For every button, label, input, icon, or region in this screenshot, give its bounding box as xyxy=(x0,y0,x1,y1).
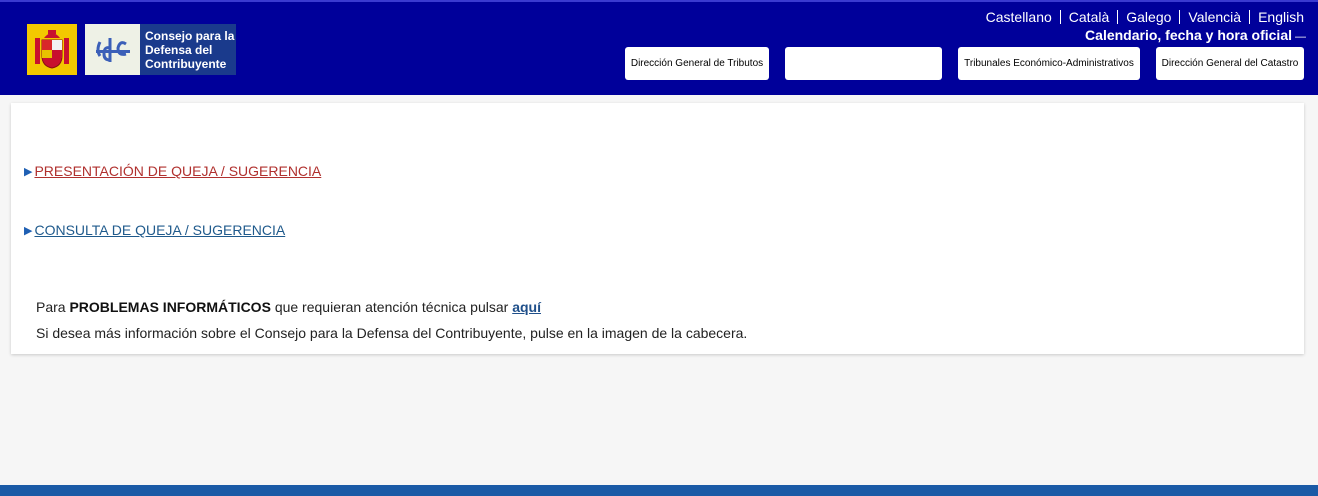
consult-complaint-row: ▶ CONSULTA DE QUEJA / SUGERENCIA xyxy=(24,222,285,238)
cdc-emblem-icon xyxy=(85,24,140,75)
main-content-panel: ▶ PRESENTACIÓN DE QUEJA / SUGERENCIA ▶ C… xyxy=(11,103,1304,354)
nav-button-tributos[interactable]: Dirección General de Tributos xyxy=(625,47,769,80)
lang-galego[interactable]: Galego xyxy=(1117,10,1179,24)
calendar-label: Calendario, fecha y hora oficial xyxy=(1085,27,1292,43)
tech-problems-bold: PROBLEMAS INFORMÁTICOS xyxy=(69,299,271,315)
tech-problems-prefix: Para xyxy=(36,299,66,315)
tech-problems-suffix: que requieran atención técnica pulsar xyxy=(274,299,509,315)
triangle-right-icon: ▶ xyxy=(24,165,33,178)
footer-bar xyxy=(0,485,1318,496)
more-info-text: Si desea más información sobre el Consej… xyxy=(36,325,748,341)
present-complaint-row: ▶ PRESENTACIÓN DE QUEJA / SUGERENCIA xyxy=(24,163,321,179)
lang-valencia[interactable]: Valencià xyxy=(1179,10,1249,24)
consult-complaint-link[interactable]: CONSULTA DE QUEJA / SUGERENCIA xyxy=(34,222,285,238)
site-header: Consejo para la Defensa del Contribuyent… xyxy=(0,0,1318,95)
nav-button-blank[interactable] xyxy=(785,47,942,80)
present-complaint-link[interactable]: PRESENTACIÓN DE QUEJA / SUGERENCIA xyxy=(34,163,321,179)
language-selector: Castellano Català Galego Valencià Englis… xyxy=(978,10,1304,24)
lang-english[interactable]: English xyxy=(1249,10,1304,24)
nav-button-catastro[interactable]: Dirección General del Catastro xyxy=(1156,47,1304,80)
triangle-right-icon: ▶ xyxy=(24,224,33,237)
lang-castellano[interactable]: Castellano xyxy=(978,10,1060,24)
coat-of-arms-icon xyxy=(35,29,69,69)
tech-support-link[interactable]: aquí xyxy=(512,299,541,315)
official-calendar-link[interactable]: Calendario, fecha y hora oficial — xyxy=(1085,27,1306,43)
cdc-logo-text: Consejo para la Defensa del Contribuyent… xyxy=(145,28,235,71)
calendar-dash-icon: — xyxy=(1295,31,1306,43)
cdc-logo[interactable]: Consejo para la Defensa del Contribuyent… xyxy=(85,24,236,75)
nav-button-tribunales[interactable]: Tribunales Económico-Administrativos xyxy=(958,47,1140,80)
spain-coat-of-arms-logo[interactable] xyxy=(27,24,77,75)
lang-catala[interactable]: Català xyxy=(1059,10,1117,24)
tech-problems-text: Para PROBLEMAS INFORMÁTICOS que requiera… xyxy=(36,299,541,315)
